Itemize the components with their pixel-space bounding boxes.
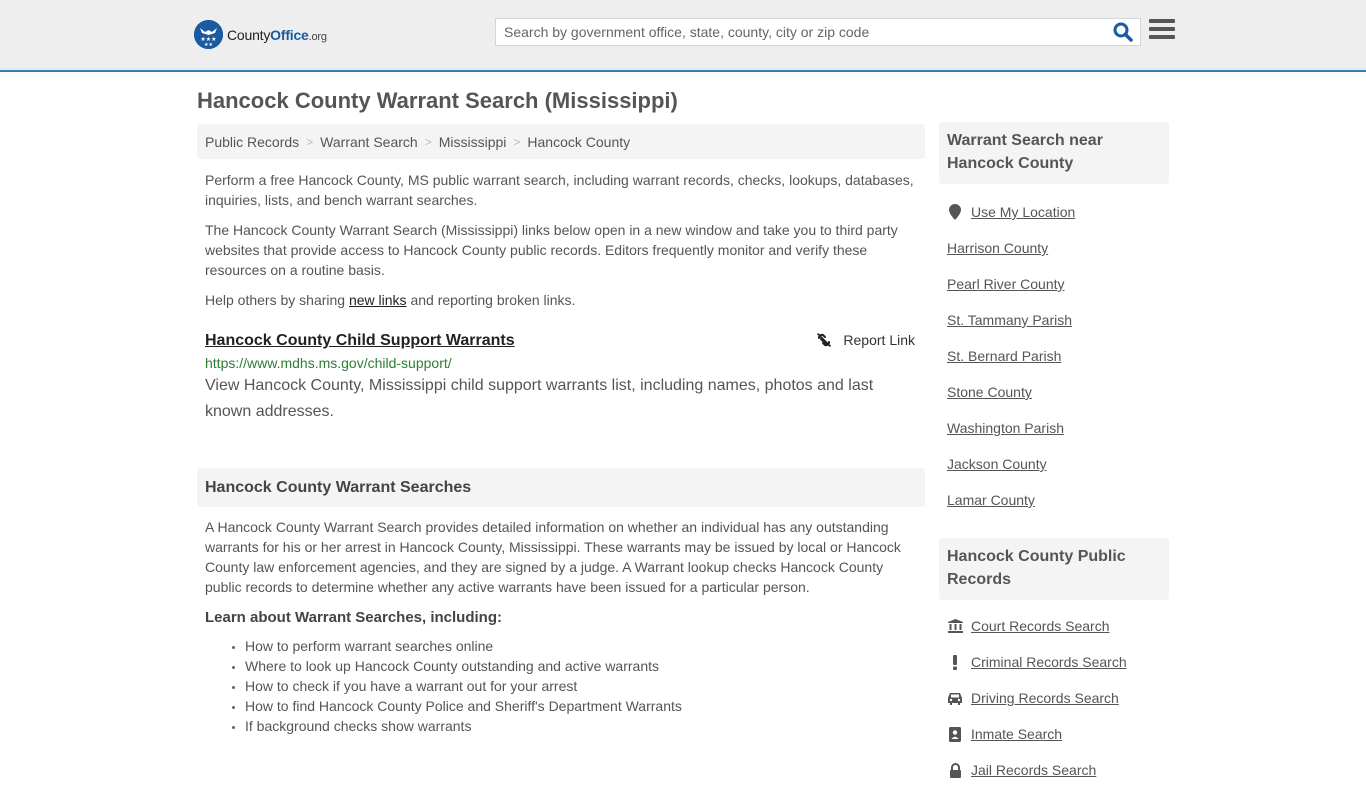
sidebar-item-jackson-county: Jackson County bbox=[947, 446, 1161, 482]
car-icon bbox=[947, 692, 963, 705]
share-text-after: and reporting broken links. bbox=[406, 292, 576, 308]
result-title-link[interactable]: Hancock County Child Support Warrants bbox=[205, 330, 515, 352]
search-input[interactable] bbox=[496, 19, 1106, 45]
main-content: Public Records > Warrant Search > Missis… bbox=[197, 124, 925, 736]
list-item: How to perform warrant searches online bbox=[245, 636, 925, 656]
nearby-link[interactable]: St. Bernard Parish bbox=[947, 348, 1061, 364]
learn-about-heading: Learn about Warrant Searches, including: bbox=[205, 609, 502, 626]
breadcrumb-hancock-county[interactable]: Hancock County bbox=[527, 134, 630, 150]
sidebar-item-lamar-county: Lamar County bbox=[947, 482, 1161, 518]
nearby-list: Use My Location Harrison County Pearl Ri… bbox=[939, 194, 1169, 518]
result-item: Hancock County Child Support Warrants Re… bbox=[197, 330, 925, 425]
courthouse-icon bbox=[947, 619, 963, 633]
logo-text-county: County bbox=[227, 26, 271, 43]
breadcrumb-separator: > bbox=[306, 134, 314, 149]
sidebar-item-driving-records: Driving Records Search bbox=[947, 680, 1161, 716]
search-button[interactable] bbox=[1112, 22, 1134, 44]
learn-about-list: How to perform warrant searches online W… bbox=[197, 636, 925, 736]
sidebar-item-criminal-records: Criminal Records Search bbox=[947, 644, 1161, 680]
sidebar-item-inmate-search: Inmate Search bbox=[947, 716, 1161, 752]
breadcrumb-separator: > bbox=[424, 134, 432, 149]
report-link-button[interactable]: Report Link bbox=[816, 332, 915, 348]
sidebar-item-pearl-river-county: Pearl River County bbox=[947, 266, 1161, 302]
breadcrumb-mississippi[interactable]: Mississippi bbox=[439, 134, 507, 150]
warrant-searches-body: A Hancock County Warrant Search provides… bbox=[205, 519, 901, 595]
court-records-link[interactable]: Court Records Search bbox=[971, 618, 1110, 634]
menu-bar-icon bbox=[1149, 35, 1175, 39]
map-marker-icon bbox=[947, 204, 963, 220]
id-badge-icon bbox=[947, 726, 963, 742]
sidebar-item-st-tammany-parish: St. Tammany Parish bbox=[947, 302, 1161, 338]
inmate-search-link[interactable]: Inmate Search bbox=[971, 726, 1062, 742]
nearby-link[interactable]: St. Tammany Parish bbox=[947, 312, 1072, 328]
nearby-link[interactable]: Pearl River County bbox=[947, 276, 1065, 292]
sidebar-item-washington-parish: Washington Parish bbox=[947, 410, 1161, 446]
report-link-label: Report Link bbox=[843, 332, 915, 348]
broken-link-icon bbox=[817, 333, 832, 347]
logo-wordmark: CountyOffice.org bbox=[227, 27, 327, 43]
svg-text:★★: ★★ bbox=[204, 42, 213, 48]
jail-records-link[interactable]: Jail Records Search bbox=[971, 762, 1096, 778]
exclamation-icon bbox=[947, 654, 963, 670]
list-item: How to find Hancock County Police and Sh… bbox=[245, 696, 925, 716]
menu-bar-icon bbox=[1149, 27, 1175, 31]
logo-text-tld: .org bbox=[308, 30, 327, 43]
page-title: Hancock County Warrant Search (Mississip… bbox=[197, 88, 678, 113]
breadcrumb-public-records[interactable]: Public Records bbox=[205, 134, 299, 150]
driving-records-link[interactable]: Driving Records Search bbox=[971, 690, 1119, 706]
sidebar-item-st-bernard-parish: St. Bernard Parish bbox=[947, 338, 1161, 374]
nearby-link[interactable]: Stone County bbox=[947, 384, 1032, 400]
nearby-link[interactable]: Lamar County bbox=[947, 492, 1035, 508]
use-my-location-link[interactable]: Use My Location bbox=[971, 204, 1075, 220]
site-logo[interactable]: ★★★ ★★ CountyOffice.org bbox=[194, 20, 327, 49]
warrant-searches-heading: Hancock County Warrant Searches bbox=[197, 468, 925, 507]
sidebar: Warrant Search near Hancock County Use M… bbox=[939, 122, 1169, 788]
list-item: If background checks show warrants bbox=[245, 716, 925, 736]
lock-icon bbox=[947, 762, 963, 778]
breadcrumb-separator: > bbox=[513, 134, 521, 149]
nearby-link[interactable]: Jackson County bbox=[947, 456, 1047, 472]
nearby-link[interactable]: Washington Parish bbox=[947, 420, 1064, 436]
result-url: https://www.mdhs.ms.gov/child-support/ bbox=[205, 355, 452, 371]
list-item: How to check if you have a warrant out f… bbox=[245, 676, 925, 696]
share-links-paragraph: Help others by sharing new links and rep… bbox=[197, 290, 925, 310]
hamburger-menu-button[interactable] bbox=[1149, 19, 1175, 43]
sidebar-item-jail-records: Jail Records Search bbox=[947, 752, 1161, 788]
sidebar-item-stone-county: Stone County bbox=[947, 374, 1161, 410]
nearby-link[interactable]: Harrison County bbox=[947, 240, 1048, 256]
sidebar-item-court-records: Court Records Search bbox=[947, 608, 1161, 644]
use-my-location-item: Use My Location bbox=[947, 194, 1161, 230]
disclaimer-paragraph: The Hancock County Warrant Search (Missi… bbox=[205, 222, 898, 278]
public-records-heading: Hancock County Public Records bbox=[939, 538, 1169, 600]
list-item: Where to look up Hancock County outstand… bbox=[245, 656, 925, 676]
site-header: ★★★ ★★ CountyOffice.org bbox=[0, 0, 1366, 72]
new-links-link[interactable]: new links bbox=[349, 292, 407, 308]
search-icon bbox=[1113, 22, 1133, 42]
search-box bbox=[495, 18, 1141, 46]
menu-bar-icon bbox=[1149, 19, 1175, 23]
logo-text-office: Office bbox=[270, 26, 309, 43]
result-description: View Hancock County, Mississippi child s… bbox=[205, 377, 874, 420]
breadcrumb-warrant-search[interactable]: Warrant Search bbox=[320, 134, 418, 150]
intro-paragraph: Perform a free Hancock County, MS public… bbox=[205, 172, 914, 208]
nearby-searches-heading: Warrant Search near Hancock County bbox=[939, 122, 1169, 184]
eagle-logo-icon: ★★★ ★★ bbox=[194, 20, 223, 49]
public-records-list: Court Records Search Criminal Records Se… bbox=[939, 608, 1169, 788]
sidebar-item-harrison-county: Harrison County bbox=[947, 230, 1161, 266]
criminal-records-link[interactable]: Criminal Records Search bbox=[971, 654, 1127, 670]
breadcrumb: Public Records > Warrant Search > Missis… bbox=[197, 124, 925, 159]
share-text-before: Help others by sharing bbox=[205, 292, 349, 308]
